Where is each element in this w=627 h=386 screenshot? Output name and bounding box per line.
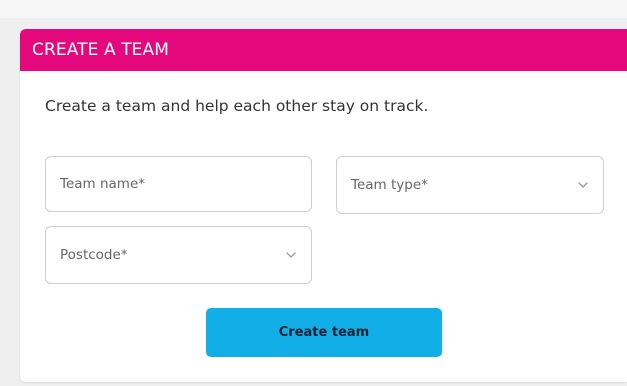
intro-text: Create a team and help each other stay o…	[45, 97, 429, 115]
create-team-button[interactable]: Create team	[206, 308, 442, 357]
team-type-label: Team type*	[351, 177, 428, 193]
team-type-select[interactable]: Team type*	[336, 156, 604, 214]
page-top-strip	[0, 0, 627, 18]
chevron-down-icon	[577, 179, 589, 191]
team-name-input[interactable]	[60, 176, 297, 192]
postcode-select[interactable]: Postcode*	[45, 226, 312, 284]
chevron-down-icon	[285, 249, 297, 261]
postcode-label: Postcode*	[60, 247, 128, 263]
form-area: Create a team and help each other stay o…	[20, 29, 627, 382]
team-name-field[interactable]	[45, 156, 312, 212]
